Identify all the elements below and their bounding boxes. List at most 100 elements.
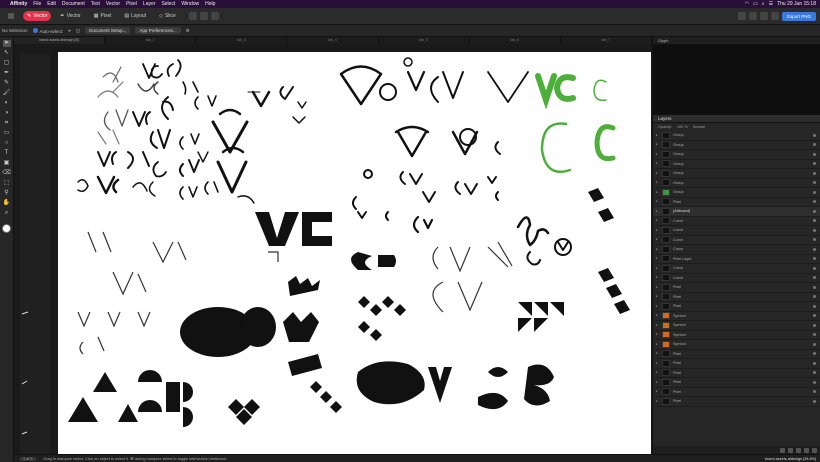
expand-icon[interactable]: ▸ (656, 228, 659, 232)
expand-icon[interactable]: ▸ (656, 295, 659, 299)
document-setup-button[interactable]: Document Setup... (85, 27, 131, 34)
menubar-clock[interactable]: Thu 29 Jan 15:18 (777, 1, 816, 7)
visibility-icon[interactable] (813, 399, 816, 403)
visibility-icon[interactable] (813, 143, 816, 147)
align-icon[interactable] (210, 12, 219, 20)
expand-icon[interactable]: ▸ (656, 257, 659, 261)
expand-icon[interactable]: ▸ (656, 190, 659, 194)
layer-row[interactable]: ▸ Pixel (653, 350, 820, 359)
canvas-area[interactable] (14, 44, 652, 454)
visibility-icon[interactable] (813, 295, 816, 299)
app-preferences-button[interactable]: App Preferences... (135, 27, 181, 34)
expand-icon[interactable]: ▸ (656, 219, 659, 223)
arrange-icon[interactable] (188, 12, 197, 20)
visibility-icon[interactable] (813, 371, 816, 375)
fill-tool-icon[interactable]: ◐ (3, 100, 11, 107)
selection-mode-icon[interactable]: ⌖ (68, 28, 71, 33)
menu-toggle-button[interactable] (4, 11, 18, 21)
artboard-tool-icon[interactable]: ▢ (3, 60, 11, 67)
layer-row[interactable]: ▸ Group (653, 169, 820, 179)
layers-panel-header[interactable]: Layers (653, 115, 820, 123)
layer-row[interactable]: ▸ Symbol (653, 340, 820, 350)
expand-icon[interactable]: ▸ (656, 171, 659, 175)
node-tool-icon[interactable]: ↖ (3, 50, 11, 57)
menu-file[interactable]: File (33, 1, 41, 7)
move-tool-icon[interactable]: ➤ (2, 40, 11, 47)
document-tab[interactable]: tab_6 (470, 37, 561, 44)
layer-row[interactable]: ▸ Pixel (653, 302, 820, 312)
visibility-icon[interactable] (813, 162, 816, 166)
visibility-icon[interactable] (813, 228, 816, 232)
layer-row[interactable]: ▸ Group (653, 179, 820, 188)
hand-tool-icon[interactable]: ✋ (3, 200, 11, 207)
visibility-icon[interactable] (813, 152, 816, 156)
expand-icon[interactable]: ▸ (656, 133, 659, 137)
wifi-icon[interactable]: ◠ (745, 1, 749, 7)
visibility-icon[interactable] (813, 361, 816, 365)
expand-icon[interactable]: ▸ (656, 333, 659, 337)
eraser-tool-icon[interactable]: ⌫ (2, 170, 10, 177)
blend-mode-select[interactable]: Normal (693, 123, 705, 131)
mask-icon[interactable] (788, 447, 793, 453)
export-png-button[interactable]: Export PNG (781, 11, 816, 21)
persona-layout[interactable]: ▤ Layout (120, 11, 150, 21)
layer-row[interactable]: ▸ Group (653, 150, 820, 160)
layer-row[interactable]: ▸ Symbol (653, 321, 820, 331)
document-tab[interactable]: brand assets.afdesign [B] (14, 37, 106, 44)
layer-row[interactable]: ▸ Curve (653, 236, 820, 245)
menu-help[interactable]: Help (205, 1, 215, 7)
color-swatch[interactable] (2, 224, 11, 233)
fx-icon[interactable] (804, 447, 809, 453)
visibility-icon[interactable] (813, 314, 816, 318)
persona-vector-active[interactable]: ✎ Vector (23, 11, 52, 21)
snapping-icon[interactable] (737, 12, 746, 20)
expand-icon[interactable]: ▸ (656, 200, 659, 204)
auto-select-toggle[interactable]: Auto-select: (32, 27, 63, 34)
pencil-tool-icon[interactable]: ✎ (3, 80, 11, 87)
visibility-icon[interactable] (813, 133, 816, 137)
visibility-icon[interactable] (813, 323, 816, 327)
document-tab[interactable]: tab_4 (287, 37, 379, 44)
visibility-icon[interactable] (813, 219, 816, 223)
layer-row[interactable]: ▸ Pixel (653, 378, 820, 388)
layer-row[interactable]: ▸ Group (653, 141, 820, 150)
selection-brush-icon[interactable]: ⬚ (3, 180, 11, 187)
menu-app-name[interactable]: Affinity (10, 1, 27, 7)
visibility-icon[interactable] (813, 247, 816, 251)
expand-icon[interactable]: ▸ (656, 209, 659, 213)
persona-vector[interactable]: ✒ Vector (56, 11, 84, 21)
ellipse-tool-icon[interactable]: ○ (3, 140, 11, 147)
persona-pixel[interactable]: ▦ Pixel (90, 11, 116, 21)
expand-icon[interactable]: ▸ (656, 361, 659, 365)
visibility-icon[interactable] (813, 209, 816, 213)
visibility-icon[interactable] (813, 342, 816, 346)
document-tab[interactable]: tab_7 (561, 37, 652, 44)
expand-icon[interactable]: ▸ (656, 304, 659, 308)
layer-row[interactable]: ▸ Curve (653, 264, 820, 274)
expand-icon[interactable]: ▸ (656, 181, 659, 185)
visibility-icon[interactable] (813, 380, 816, 384)
rectangle-tool-icon[interactable]: ▭ (3, 130, 11, 137)
visibility-icon[interactable] (813, 181, 816, 185)
menu-edit[interactable]: Edit (47, 1, 56, 7)
layer-row[interactable]: ▸ Group (653, 160, 820, 169)
layer-row[interactable]: ▸ Group (653, 131, 820, 141)
add-layer-icon[interactable] (780, 447, 785, 453)
menu-document[interactable]: Document (62, 1, 85, 7)
visibility-icon[interactable] (813, 352, 816, 356)
settings-icon[interactable]: ⚙ (186, 28, 190, 34)
color-picker-icon[interactable]: ⚲ (3, 190, 11, 197)
pen-tool-icon[interactable]: ✒ (3, 70, 11, 77)
assistant-icon[interactable] (759, 12, 768, 20)
visibility-icon[interactable] (813, 276, 816, 280)
opacity-value[interactable]: 100 % (677, 123, 688, 131)
visibility-icon[interactable] (813, 171, 816, 175)
layer-row[interactable]: ▸ Pixel Layer (653, 255, 820, 264)
image-tool-icon[interactable]: ▣ (3, 160, 11, 167)
layer-row[interactable]: ▸ Pixel (653, 293, 820, 302)
visibility-icon[interactable] (813, 257, 816, 261)
menu-vector[interactable]: Vector (106, 1, 120, 7)
expand-icon[interactable]: ▸ (656, 162, 659, 166)
visibility-icon[interactable] (813, 266, 816, 270)
share-icon[interactable] (770, 12, 779, 20)
